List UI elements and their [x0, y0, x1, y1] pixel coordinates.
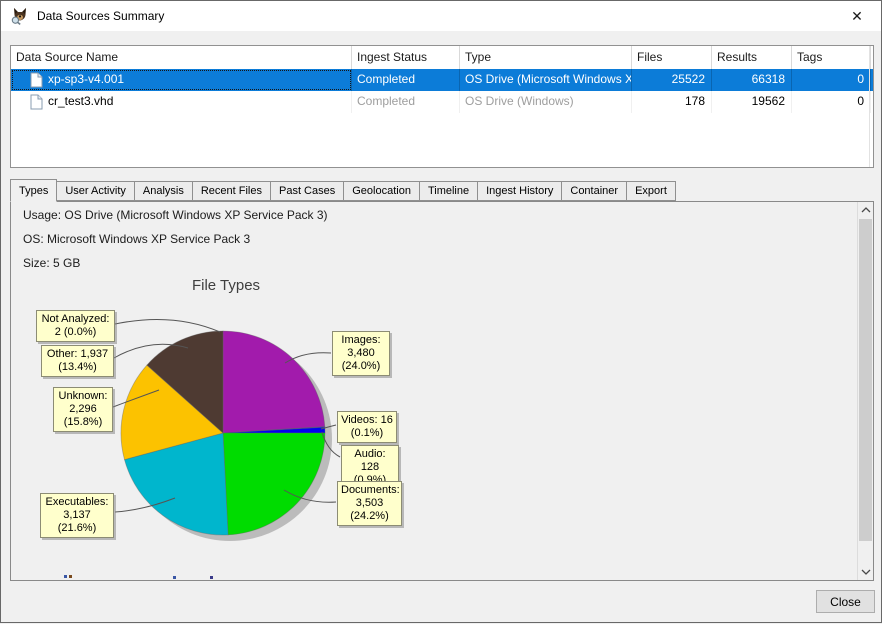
tab-export[interactable]: Export [626, 181, 676, 201]
cell-tags[interactable]: 0 [792, 69, 871, 91]
data-sources-table: Data Source NameIngest StatusTypeFilesRe… [10, 45, 874, 168]
clipped-scrolled-text [210, 576, 213, 579]
pie-label-unknown: Unknown:2,296(15.8%) [53, 387, 113, 432]
cell-tags[interactable]: 0 [792, 91, 871, 113]
pie-label-other: Other: 1,937(13.4%) [41, 345, 114, 377]
tab-recent-files[interactable]: Recent Files [192, 181, 271, 201]
clipped-scrolled-text [64, 575, 67, 578]
clipped-scrolled-text [173, 576, 176, 579]
cell-files[interactable]: 178 [632, 91, 712, 113]
cell-type[interactable]: OS Drive (Microsoft Windows X... [460, 69, 632, 91]
scroll-up-icon[interactable] [858, 202, 873, 218]
summary-tabstrip: TypesUser ActivityAnalysisRecent FilesPa… [10, 179, 676, 202]
cell-type[interactable]: OS Drive (Windows) [460, 91, 632, 113]
cell-ingest_status[interactable]: Completed [352, 91, 460, 113]
types-tab-panel [10, 201, 874, 581]
column-header-tags[interactable]: Tags [792, 46, 871, 69]
column-header-files[interactable]: Files [632, 46, 712, 69]
pie-label-documents: Documents:3,503(24.2%) [337, 481, 402, 526]
pie-label-executables: Executables:3,137(21.6%) [40, 493, 114, 538]
tab-user-activity[interactable]: User Activity [56, 181, 135, 201]
data-source-name: cr_test3.vhd [48, 94, 113, 108]
pie-label-images: Images:3,480(24.0%) [332, 331, 390, 376]
data-source-name: xp-sp3-v4.001 [48, 72, 124, 86]
cell-results[interactable]: 66318 [712, 69, 792, 91]
tab-types[interactable]: Types [10, 179, 57, 202]
data-sources-summary-dialog: Data Sources Summary ✕ Data Source NameI… [0, 0, 882, 623]
os-line: OS: Microsoft Windows XP Service Pack 3 [23, 232, 250, 246]
tab-ingest-history[interactable]: Ingest History [477, 181, 562, 201]
cell-name[interactable]: cr_test3.vhd [11, 91, 352, 113]
scroll-down-icon[interactable] [858, 564, 873, 580]
tab-timeline[interactable]: Timeline [419, 181, 478, 201]
cell-files[interactable]: 25522 [632, 69, 712, 91]
table-body: xp-sp3-v4.001 CompletedOS Drive (Microsof… [11, 69, 873, 113]
close-window-icon[interactable]: ✕ [837, 1, 877, 31]
cell-ingest_status[interactable]: Completed [352, 69, 460, 91]
autopsy-dog-icon [10, 6, 30, 26]
usage-line: Usage: OS Drive (Microsoft Windows XP Se… [23, 208, 328, 222]
tab-analysis[interactable]: Analysis [134, 181, 193, 201]
column-header-data-source-name[interactable]: Data Source Name [11, 46, 352, 69]
scrollbar-thumb[interactable] [859, 219, 872, 541]
table-row[interactable]: cr_test3.vhdCompletedOS Drive (Windows)1… [11, 91, 873, 113]
window-title: Data Sources Summary [37, 9, 164, 23]
titlebar: Data Sources Summary ✕ [1, 1, 881, 31]
tab-past-cases[interactable]: Past Cases [270, 181, 344, 201]
column-header-results[interactable]: Results [712, 46, 792, 69]
pie-label-videos: Videos: 16(0.1%) [337, 411, 397, 443]
file-icon [30, 72, 43, 88]
clipped-scrolled-text [69, 575, 72, 578]
column-header-ingest-status[interactable]: Ingest Status [352, 46, 460, 69]
cell-results[interactable]: 19562 [712, 91, 792, 113]
pie-label-not-analyzed: Not Analyzed:2 (0.0%) [36, 310, 115, 342]
table-row[interactable]: xp-sp3-v4.001 CompletedOS Drive (Microsof… [11, 69, 873, 91]
table-scrollbar-lane [869, 46, 870, 167]
panel-scrollbar[interactable] [857, 202, 873, 580]
cell-name[interactable]: xp-sp3-v4.001 [11, 69, 352, 91]
tab-geolocation[interactable]: Geolocation [343, 181, 420, 201]
column-header-type[interactable]: Type [460, 46, 632, 69]
tab-container[interactable]: Container [561, 181, 627, 201]
file-icon [30, 94, 43, 110]
chart-title: File Types [126, 277, 326, 294]
size-line: Size: 5 GB [23, 256, 80, 270]
close-button[interactable]: Close [816, 590, 875, 613]
table-header-row: Data Source NameIngest StatusTypeFilesRe… [11, 46, 873, 69]
